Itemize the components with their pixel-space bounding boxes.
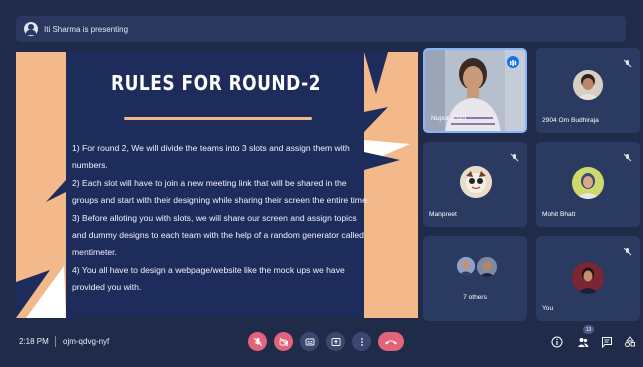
leave-call-button[interactable] xyxy=(378,332,404,351)
presentation-slide: RULES FOR ROUND-2 1) For round 2, We wil… xyxy=(16,52,418,318)
camera-off-icon xyxy=(279,337,288,346)
bottom-control-bar: 2:18 PM ojm-qdvg-nyf 13 xyxy=(16,323,641,363)
present-button[interactable] xyxy=(326,332,345,351)
participant-tile-others[interactable]: 7 others xyxy=(423,236,527,321)
chat-button[interactable] xyxy=(601,335,613,349)
mic-off-icon xyxy=(623,149,632,162)
participant-tile-manpreet[interactable]: Manpreet xyxy=(423,142,527,227)
divider xyxy=(55,336,56,347)
presenting-text: Iti Sharma is presenting xyxy=(44,24,129,34)
people-button[interactable] xyxy=(577,335,589,347)
participant-name: Mohit Bhatt xyxy=(542,211,576,218)
avatar xyxy=(572,262,604,294)
slide-rule-2: 2) Each slot will have to join a new mee… xyxy=(72,177,370,206)
others-label: 7 others xyxy=(463,294,487,301)
participant-name: 2904 Om Budhiraja xyxy=(542,117,599,124)
more-options-button[interactable] xyxy=(352,332,371,351)
participant-tile-you[interactable]: You xyxy=(536,236,640,321)
mic-off-icon xyxy=(623,243,632,256)
participant-tile-nupur[interactable]: Nupur Joshi xyxy=(423,48,527,133)
slide-body: 1) For round 2, We will divide the teams… xyxy=(72,140,372,297)
slide-rule-3: 3) Before alloting you with slots, we wi… xyxy=(72,212,364,258)
participant-name: Nupur Joshi xyxy=(431,115,467,122)
mic-off-icon xyxy=(510,149,519,162)
present-icon xyxy=(331,337,340,346)
avatar xyxy=(460,166,492,198)
slide-rule-1: 1) For round 2, We will divide the teams… xyxy=(72,143,350,171)
mic-off-icon xyxy=(623,55,632,68)
more-icon xyxy=(360,337,363,346)
people-count-badge: 13 xyxy=(583,325,594,334)
meeting-time: 2:18 PM xyxy=(19,337,49,346)
chat-icon xyxy=(602,337,612,349)
presenter-icon xyxy=(24,22,38,36)
meeting-details-button[interactable] xyxy=(551,335,563,348)
participant-name: Manpreet xyxy=(429,211,457,218)
toggle-camera-button[interactable] xyxy=(274,332,293,351)
avatar xyxy=(477,257,497,277)
activities-icon xyxy=(625,336,635,347)
title-underline xyxy=(124,117,312,120)
slide-rule-4: 4) You all have to design a webpage/webs… xyxy=(72,264,345,293)
info-icon xyxy=(551,336,563,348)
toggle-mic-button[interactable] xyxy=(248,332,267,351)
avatar xyxy=(573,70,603,100)
slide-title: RULES FOR ROUND-2 xyxy=(111,72,321,96)
speaking-indicator-icon xyxy=(507,56,519,68)
meet-window: Iti Sharma is presenting RULES FOR ROUND… xyxy=(3,3,640,364)
mic-off-icon xyxy=(253,337,262,346)
avatar xyxy=(457,257,475,275)
participant-tile-om[interactable]: 2904 Om Budhiraja xyxy=(536,48,640,133)
end-call-icon xyxy=(385,340,397,344)
participant-tile-mohit[interactable]: Mohit Bhatt xyxy=(536,142,640,227)
captions-icon xyxy=(305,338,314,345)
presenting-banner: Iti Sharma is presenting xyxy=(16,16,626,42)
people-icon xyxy=(578,338,589,347)
activities-button[interactable] xyxy=(624,335,636,347)
meeting-code: ojm-qdvg-nyf xyxy=(63,337,110,346)
avatar xyxy=(572,167,604,199)
participant-name: You xyxy=(542,305,554,312)
captions-button[interactable] xyxy=(300,332,319,351)
